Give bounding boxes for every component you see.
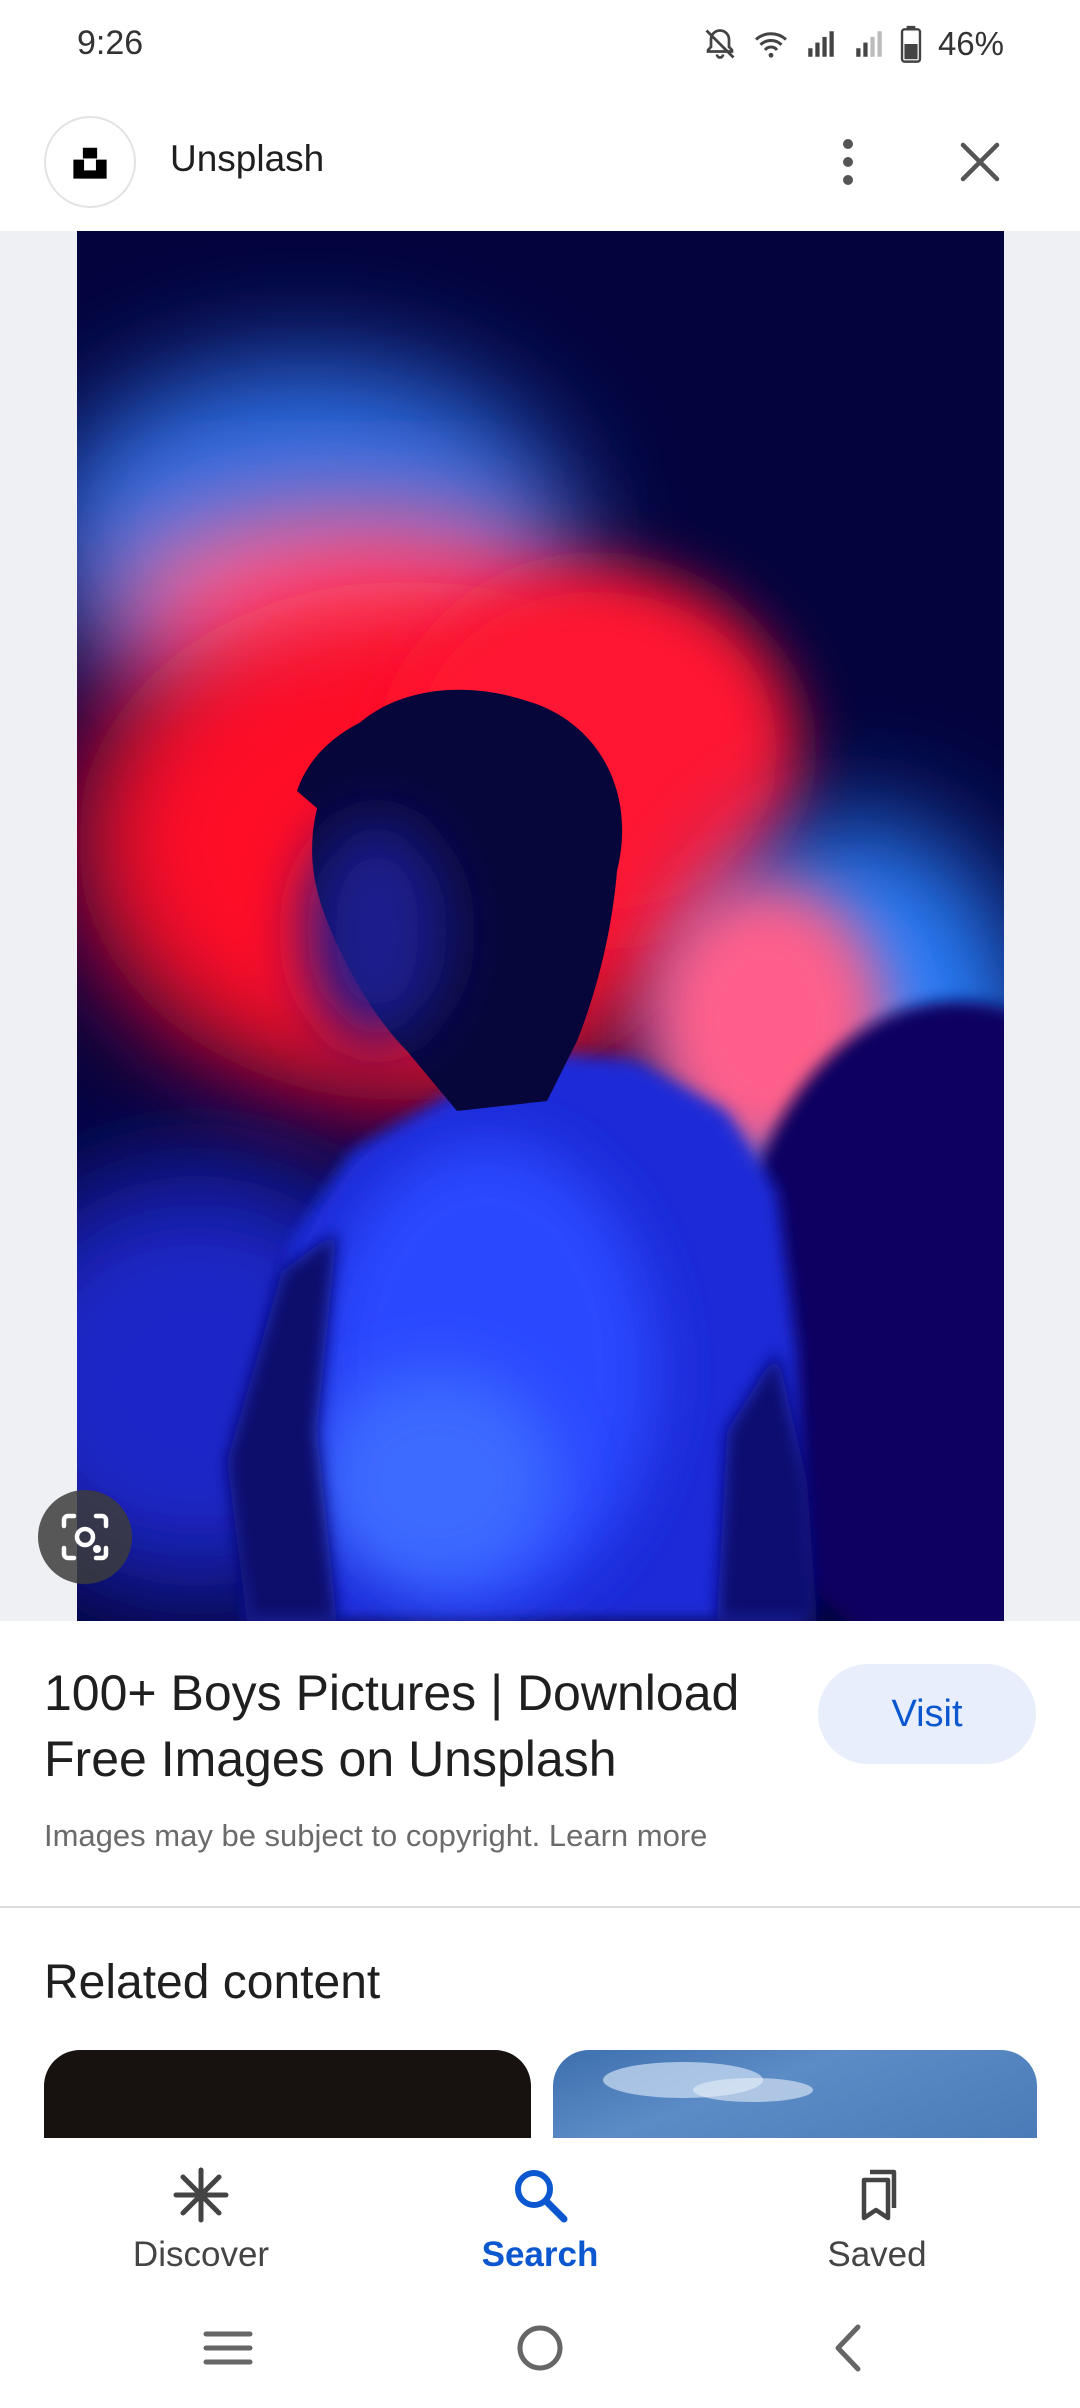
status-bar: 9:26 46% xyxy=(0,0,1080,90)
unsplash-logo-icon[interactable] xyxy=(44,116,136,208)
nav-search-label: Search xyxy=(481,2235,599,2274)
search-icon xyxy=(511,2166,569,2229)
image-preview-area xyxy=(0,231,1080,1621)
related-content-heading: Related content xyxy=(44,1956,381,2009)
page: 9:26 46% Unsplash 100+ Boys Pictures | D… xyxy=(0,0,1080,2408)
signal-icon xyxy=(852,26,886,62)
divider xyxy=(0,1906,1080,1908)
site-name[interactable]: Unsplash xyxy=(170,138,324,180)
result-title[interactable]: 100+ Boys Pictures | Download Free Image… xyxy=(44,1660,764,1792)
result-image[interactable] xyxy=(77,231,1004,1621)
nav-discover[interactable]: Discover xyxy=(91,2166,311,2275)
bottom-navigation: Discover Search Saved xyxy=(0,2138,1080,2288)
viewer-header: Unsplash xyxy=(0,100,1080,230)
recents-icon[interactable] xyxy=(188,2318,268,2378)
copyright-note[interactable]: Images may be subject to copyright. Lear… xyxy=(44,1818,707,1854)
lens-search-icon[interactable] xyxy=(38,1490,132,1584)
related-thumbnail[interactable] xyxy=(553,2050,1037,2140)
related-thumbnail[interactable] xyxy=(44,2050,531,2140)
nav-discover-label: Discover xyxy=(132,2235,270,2274)
battery-percent: 46% xyxy=(937,25,1004,62)
nav-search[interactable]: Search xyxy=(430,2166,650,2275)
status-icons: 46% xyxy=(702,22,1004,66)
visit-button[interactable]: Visit xyxy=(818,1664,1036,1764)
close-icon[interactable] xyxy=(948,130,1012,194)
nav-saved[interactable]: Saved xyxy=(767,2166,987,2275)
home-icon[interactable] xyxy=(500,2318,580,2378)
more-vert-icon[interactable] xyxy=(820,130,876,194)
system-navigation xyxy=(0,2290,1080,2408)
back-icon[interactable] xyxy=(808,2318,888,2378)
wifi-icon xyxy=(752,26,790,62)
nav-saved-label: Saved xyxy=(827,2235,927,2274)
mute-icon xyxy=(702,26,738,62)
signal-icon xyxy=(804,26,838,62)
discover-icon xyxy=(172,2166,230,2229)
status-time: 9:26 xyxy=(77,24,144,62)
saved-icon xyxy=(848,2166,906,2229)
battery-icon xyxy=(900,25,922,63)
